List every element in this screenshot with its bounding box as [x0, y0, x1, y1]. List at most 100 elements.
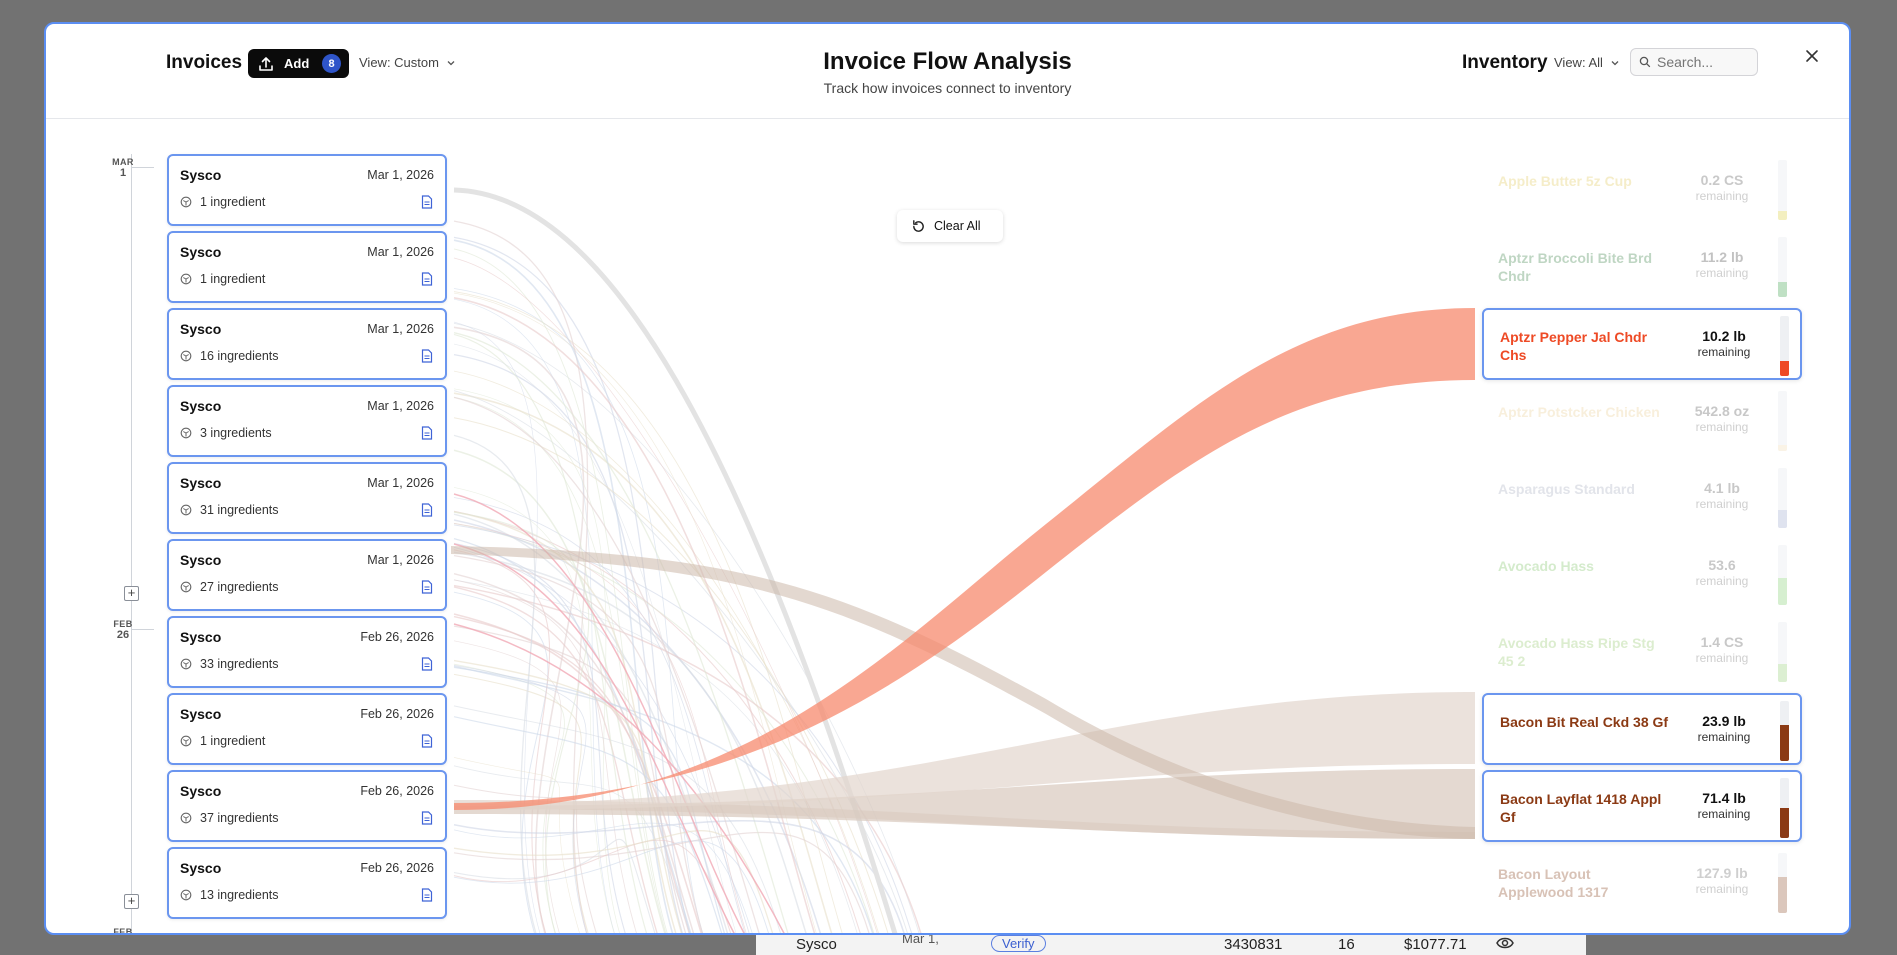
clear-all-button[interactable]: Clear All [897, 210, 1003, 242]
inventory-item-remaining: remaining [1697, 807, 1751, 821]
inventory-item[interactable]: Avocado Hass Ripe Stg 45 2 1.4 CS remain… [1482, 616, 1802, 688]
invoice-date: Feb 26, 2026 [360, 861, 434, 875]
inventory-level-bar [1778, 622, 1787, 682]
package-icon [180, 273, 192, 285]
package-icon [180, 504, 192, 516]
invoice-date: Mar 1, 2026 [367, 399, 434, 413]
inventory-item-name: Asparagus Standard [1498, 481, 1635, 497]
inventory-level-bar [1778, 160, 1787, 220]
faint-flow-line [453, 388, 621, 933]
inventory-item[interactable]: Aptzr Broccoli Bite Brd Chdr 11.2 lb rem… [1482, 231, 1802, 303]
invoice-card[interactable]: Sysco Mar 1, 2026 1 ingredient [167, 231, 447, 303]
inventory-item-name: Avocado Hass Ripe Stg 45 2 [1498, 635, 1655, 669]
invoice-card[interactable]: Sysco Feb 26, 2026 33 ingredients [167, 616, 447, 688]
faint-flow-line [453, 297, 816, 933]
invoice-vendor: Sysco [180, 475, 222, 491]
inventory-item[interactable]: Aptzr Potstcker Chicken 542.8 oz remaini… [1482, 385, 1802, 457]
inventory-level-bar [1780, 316, 1789, 376]
inventory-item[interactable]: Apple Butter 5z Cup 0.2 CS remaining [1482, 154, 1802, 226]
package-icon [180, 350, 192, 362]
faint-flow-line [453, 615, 690, 933]
document-icon[interactable] [421, 426, 433, 445]
invoice-card[interactable]: Sysco Mar 1, 2026 3 ingredients [167, 385, 447, 457]
faint-flow-line [453, 322, 920, 933]
timeline-tick [132, 629, 154, 630]
invoice-vendor: Sysco [180, 706, 222, 722]
inventory-item[interactable]: Bacon Layflat 1418 Appl Gf 71.4 lb remai… [1482, 770, 1802, 842]
ingredient-count-label: 1 ingredient [200, 734, 266, 748]
invoice-card[interactable]: Sysco Mar 1, 2026 27 ingredients [167, 539, 447, 611]
timeline-line [131, 154, 132, 933]
date-month: FEB [113, 927, 133, 935]
ingredient-count-label: 1 ingredient [200, 272, 266, 286]
ingredient-count-label: 37 ingredients [200, 811, 279, 825]
invoice-card[interactable]: Sysco Feb 26, 2026 13 ingredients [167, 847, 447, 919]
inventory-item-name: Bacon Bit Real Ckd 38 Gf [1500, 714, 1669, 730]
inventory-item[interactable]: Asparagus Standard 4.1 lb remaining [1482, 462, 1802, 534]
invoice-card[interactable]: Sysco Feb 26, 2026 1 ingredient [167, 693, 447, 765]
invoice-date: Mar 1, 2026 [367, 322, 434, 336]
inventory-level-bar [1780, 701, 1789, 761]
inventory-item[interactable]: Bacon Bit Real Ckd 38 Gf 23.9 lb remaini… [1482, 693, 1802, 765]
invoice-vendor: Sysco [180, 167, 222, 183]
inventory-item-qty: 11.2 lb [1700, 249, 1744, 265]
date-day: 26 [116, 629, 130, 641]
inventory-item-remaining: remaining [1695, 574, 1749, 588]
inventory-item-qty: 71.4 lb [1702, 790, 1746, 806]
inventory-item-name: Bacon Layout Applewood 1317 [1498, 866, 1609, 900]
invoice-date: Feb 26, 2026 [360, 707, 434, 721]
invoice-card[interactable]: Sysco Feb 26, 2026 37 ingredients [167, 770, 447, 842]
inventory-level-fill [1778, 664, 1787, 682]
inventory-item[interactable]: Aptzr Pepper Jal Chdr Chs 10.2 lb remain… [1482, 308, 1802, 380]
document-icon[interactable] [421, 888, 433, 907]
document-icon[interactable] [421, 811, 433, 830]
faint-flow-line [453, 543, 735, 933]
invoice-ingredient-count: 33 ingredients [180, 657, 279, 671]
faint-flow-line [453, 838, 656, 933]
invoice-date: Mar 1, 2026 [367, 553, 434, 567]
invoice-card[interactable]: Sysco Mar 1, 2026 1 ingredient [167, 154, 447, 226]
document-icon[interactable] [421, 272, 433, 291]
document-icon[interactable] [421, 657, 433, 676]
timeline-tick [132, 167, 154, 168]
eye-icon[interactable] [1496, 936, 1514, 954]
document-icon[interactable] [421, 580, 433, 599]
faint-flow-line [453, 449, 666, 933]
expand-group-button[interactable]: + [124, 894, 139, 909]
inventory-level-fill [1778, 445, 1787, 451]
expand-group-button[interactable]: + [124, 586, 139, 601]
package-icon [180, 889, 192, 901]
inventory-level-bar [1778, 391, 1787, 451]
invoice-card[interactable]: Sysco Mar 1, 2026 31 ingredients [167, 462, 447, 534]
inventory-item-name: Bacon Layflat 1418 Appl Gf [1500, 791, 1662, 825]
faint-flow-line [453, 757, 580, 933]
inventory-item-qty: 23.9 lb [1702, 713, 1746, 729]
inventory-item[interactable]: Avocado Hass 53.6 remaining [1482, 539, 1802, 611]
date-marker: FEB [98, 927, 148, 935]
document-icon[interactable] [421, 195, 433, 214]
bg-vendor: Sysco [796, 936, 837, 953]
inventory-item[interactable]: Bacon Layout Applewood 1317 127.9 lb rem… [1482, 847, 1802, 919]
inventory-level-bar [1778, 468, 1787, 528]
package-icon [180, 812, 192, 824]
document-icon[interactable] [421, 503, 433, 522]
bg-verify-badge[interactable]: Verify [991, 935, 1046, 952]
invoice-ingredient-count: 1 ingredient [180, 272, 265, 286]
clear-all-label: Clear All [934, 219, 981, 233]
inventory-level-bar [1778, 237, 1787, 297]
inventory-item-name: Aptzr Broccoli Bite Brd Chdr [1498, 250, 1653, 284]
document-icon[interactable] [421, 734, 433, 753]
invoice-ingredient-count: 1 ingredient [180, 734, 265, 748]
invoice-date: Feb 26, 2026 [360, 784, 434, 798]
date-day: 1 [119, 167, 127, 179]
inventory-item-qty: 0.2 CS [1700, 172, 1744, 188]
inventory-level-fill [1780, 808, 1789, 838]
inventory-level-bar [1778, 853, 1787, 913]
inventory-item-remaining: remaining [1695, 420, 1749, 434]
document-icon[interactable] [421, 349, 433, 368]
inventory-item-remaining: remaining [1695, 266, 1749, 280]
invoice-ingredient-count: 1 ingredient [180, 195, 265, 209]
ingredient-count-label: 27 ingredients [200, 580, 279, 594]
package-icon [180, 196, 192, 208]
invoice-card[interactable]: Sysco Mar 1, 2026 16 ingredients [167, 308, 447, 380]
